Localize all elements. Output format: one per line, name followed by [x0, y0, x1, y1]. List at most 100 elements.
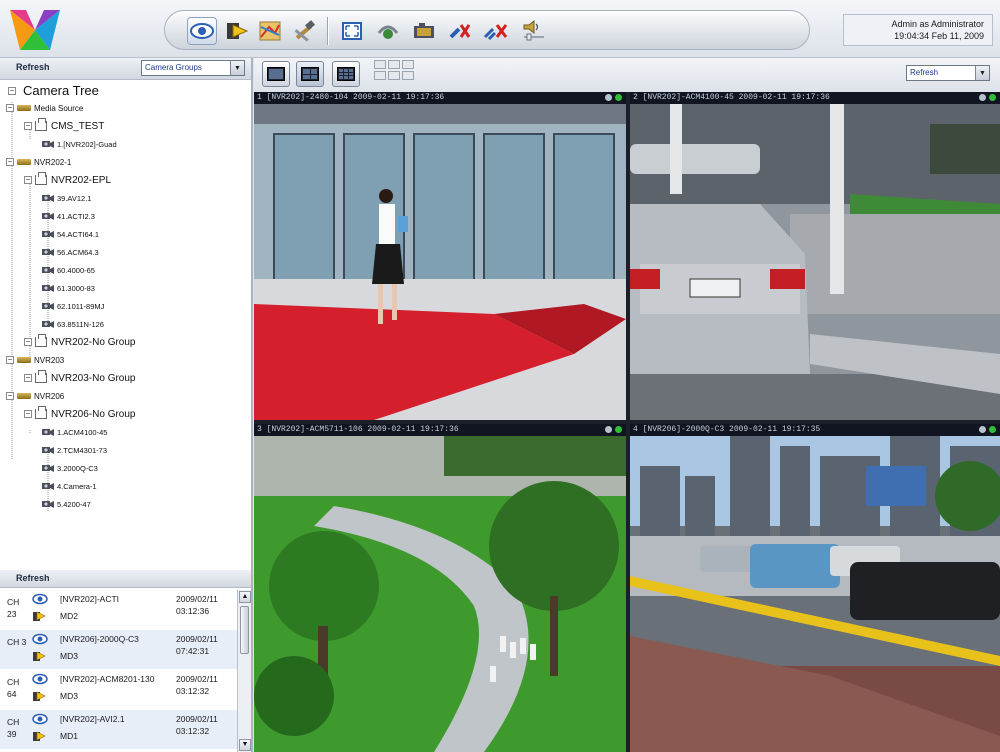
status-dot-icon: [979, 94, 986, 101]
tree-item-label: 4.Camera-1: [57, 481, 97, 491]
live-view-icon[interactable]: [32, 713, 48, 725]
event-channel: CH 3: [7, 637, 27, 647]
camera-group-value: Camera Groups: [145, 63, 202, 72]
video-view-2[interactable]: 2 [NVR202]-ACM4100-45 2009-02-11 19:17:3…: [630, 92, 1000, 420]
tree-item-label: NVR202-EPL: [51, 174, 112, 186]
view-1-title-text: 1 [NVR202]-2480-104 2009-02-11 19:17:36: [257, 93, 445, 102]
collapse-icon[interactable]: −: [6, 104, 14, 112]
layout-1x1-button[interactable]: [262, 61, 290, 87]
event-row[interactable]: CH 64 [NVR202]-ACM8201-130 MD3 2009/02/11 03…: [0, 670, 237, 709]
tree-item-label: 5.4200-47: [57, 499, 91, 509]
tree-item[interactable]: − NVR202-EPL: [24, 172, 111, 188]
ptz-icon[interactable]: [373, 17, 403, 45]
lobby-camera-image: [254, 104, 626, 420]
event-row[interactable]: CH 3 [NVR206]-2000Q-C3 MD3 2009/02/11 07:42:…: [0, 630, 237, 669]
scroll-up-icon[interactable]: ▲: [239, 591, 251, 603]
event-refresh-button[interactable]: Refresh: [16, 573, 50, 583]
camera-group-select[interactable]: Camera Groups ▼: [141, 60, 245, 76]
left-panel: Refresh Camera Groups ▼ − Camera Tree − M…: [0, 58, 253, 752]
tree-item[interactable]: − NVR202-1: [6, 154, 71, 170]
tree-item-label: 61.3000-83: [57, 283, 95, 293]
tree-item-label: 41.ACTI2.3: [57, 211, 95, 221]
live-view-icon[interactable]: [32, 593, 48, 605]
volume-icon[interactable]: [519, 17, 549, 45]
tree-item[interactable]: 63.8511N-126: [42, 316, 104, 332]
tree-item[interactable]: − NVR203: [6, 352, 64, 368]
event-source: [NVR202]-ACM8201-130: [60, 674, 155, 684]
collapse-icon[interactable]: −: [24, 338, 32, 346]
scroll-thumb[interactable]: [240, 606, 249, 654]
road-camera-image: [630, 436, 1000, 752]
collapse-icon[interactable]: −: [6, 392, 14, 400]
live-view-icon[interactable]: [187, 17, 217, 45]
tree-item[interactable]: 1.ACM4100-45: [42, 424, 107, 440]
map-icon[interactable]: [255, 17, 285, 45]
tree-item[interactable]: 60.4000-65: [42, 262, 95, 278]
collapse-icon[interactable]: −: [24, 374, 32, 382]
tree-item[interactable]: 2.TCM4301-73: [42, 442, 107, 458]
view-2-title: 2 [NVR202]-ACM4100-45 2009-02-11 19:17:3…: [630, 92, 1000, 104]
tree-item[interactable]: − NVR203-No Group: [24, 370, 135, 386]
tree-item[interactable]: 1.[NVR202]-Guad: [42, 136, 117, 152]
motion-detect-icon: [33, 611, 46, 621]
disconnect-all-icon[interactable]: [481, 17, 511, 45]
video-view-3[interactable]: 3 [NVR202]-ACM5711-106 2009-02-11 19:17:…: [254, 424, 626, 752]
tree-item[interactable]: − NVR202-No Group: [24, 334, 135, 350]
camera-icon: [42, 302, 54, 311]
tree-item[interactable]: 5.4200-47: [42, 496, 91, 512]
event-row[interactable]: CH 39 [NVR202]-AVI2.1 MD1 2009/02/11 03:12:3…: [0, 710, 237, 749]
tree-item[interactable]: − Media Source: [6, 100, 83, 116]
scroll-down-icon[interactable]: ▼: [239, 739, 251, 751]
video-view-1[interactable]: 1 [NVR202]-2480-104 2009-02-11 19:17:36: [254, 92, 626, 420]
tree-item[interactable]: 62.1011-89MJ: [42, 298, 104, 314]
group-icon: [35, 370, 47, 383]
event-scrollbar[interactable]: ▲ ▼: [237, 590, 251, 752]
event-date: 2009/02/11: [176, 674, 218, 684]
tree-item[interactable]: 4.Camera-1: [42, 478, 97, 494]
tree-refresh-button[interactable]: Refresh: [16, 62, 50, 72]
refresh-select[interactable]: Refresh ▼: [906, 65, 990, 81]
event-time: 07:42:31: [176, 646, 210, 656]
chevron-down-icon[interactable]: ▼: [230, 61, 244, 75]
collapse-icon[interactable]: −: [6, 158, 14, 166]
camera-icon: [42, 446, 54, 455]
tree-item[interactable]: 61.3000-83: [42, 280, 95, 296]
collapse-icon[interactable]: −: [24, 122, 32, 130]
tree-item-label: 60.4000-65: [57, 265, 95, 275]
live-view-icon[interactable]: [32, 673, 48, 685]
collapse-icon[interactable]: −: [24, 176, 32, 184]
camera-icon: [42, 284, 54, 293]
tree-item[interactable]: 3.2000Q-C3: [42, 460, 98, 476]
tree-item[interactable]: − CMS_TEST: [24, 118, 104, 134]
video-view-4[interactable]: 4 [NVR206]-2000Q-C3 2009-02-11 19:17:35: [630, 424, 1000, 752]
event-header: Refresh: [0, 570, 251, 588]
live-view-icon[interactable]: [32, 633, 48, 645]
camera-icon: [42, 428, 54, 437]
more-layouts[interactable]: [374, 58, 434, 92]
camera-icon: [42, 464, 54, 473]
disconnect-icon[interactable]: [445, 17, 475, 45]
tree-item[interactable]: 39.AV12.1: [42, 190, 91, 206]
app-logo-icon: [10, 10, 60, 50]
playback-icon[interactable]: [221, 17, 251, 45]
chevron-down-icon[interactable]: ▼: [975, 66, 989, 80]
snapshot-icon[interactable]: [409, 17, 439, 45]
layout-3x3-button[interactable]: [332, 61, 360, 87]
event-row[interactable]: CH 23 [NVR202]-ACTI MD2 2009/02/11 03:12:36: [0, 590, 237, 629]
tree-item[interactable]: − NVR206: [6, 388, 64, 404]
fullscreen-icon[interactable]: [337, 17, 367, 45]
tools-icon[interactable]: [289, 17, 319, 45]
tree-item[interactable]: − NVR206-No Group: [24, 406, 135, 422]
tree-item[interactable]: 41.ACTI2.3: [42, 208, 95, 224]
collapse-icon[interactable]: −: [24, 410, 32, 418]
tree-item[interactable]: 54.ACTI64.1: [42, 226, 99, 242]
tree-item[interactable]: 56.ACM64.3: [42, 244, 99, 260]
layout-2x2-button[interactable]: [296, 61, 324, 87]
collapse-icon[interactable]: −: [6, 356, 14, 364]
status-dot-icon: [615, 94, 622, 101]
user-info: Admin as Administrator 19:04:34 Feb 11, …: [843, 14, 993, 46]
event-date: 2009/02/11: [176, 714, 218, 724]
camera-icon: [42, 320, 54, 329]
collapse-icon[interactable]: −: [8, 86, 16, 95]
status-dot-icon: [989, 94, 996, 101]
